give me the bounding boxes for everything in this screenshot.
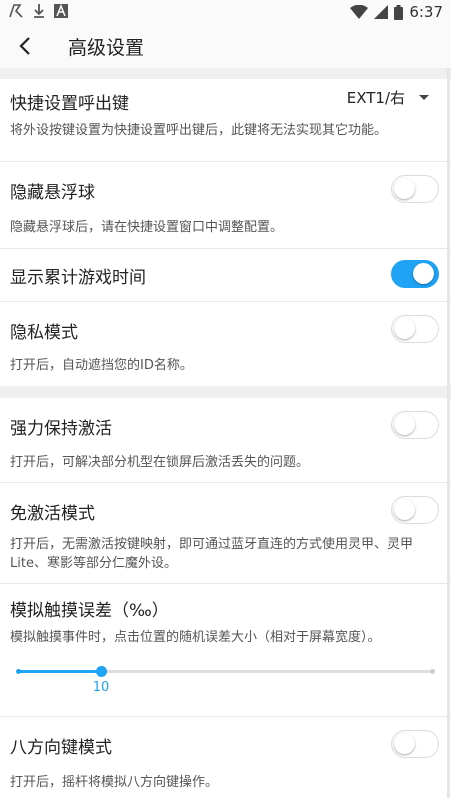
eight-dir-toggle[interactable] [391,730,439,758]
toggle-knob [394,499,415,520]
toggle-knob [394,733,415,754]
scrollbar[interactable] [447,68,450,798]
privacy-toggle[interactable] [391,315,439,343]
touch-error-slider[interactable] [16,666,435,677]
setting-no-activate[interactable]: 免激活模式 打开后，无需激活按键映射，即可通过蓝牙直连的方式使用灵甲、灵甲Lit… [0,483,451,584]
setting-desc: 打开后，无需激活按键映射，即可通过蓝牙直连的方式使用灵甲、灵甲Lite、寒影等部… [10,537,414,571]
setting-privacy[interactable]: 隐私模式 打开后，自动遮挡您的ID名称。 [0,302,451,386]
signal-icon [374,5,389,19]
setting-quick-key[interactable]: 快捷设置呼出键 EXT1/右 将外设按键设置为快捷设置呼出键后，此键将无法实现其… [0,79,451,162]
section-divider [0,386,451,398]
setting-desc: 打开后，摇杆将模拟八方向键操作。 [10,775,219,790]
clock: 6:37 [409,3,443,21]
dropdown-caret-icon [419,95,429,100]
show-time-toggle[interactable] [391,260,439,288]
setting-title: 隐私模式 [10,323,78,343]
battery-icon [394,4,404,20]
wifi-icon [350,5,369,19]
setting-title: 显示累计游戏时间 [10,268,146,288]
setting-keep-alive[interactable]: 强力保持激活 打开后，可解决部分机型在锁屏后激活丢失的问题。 [0,398,451,483]
toggle-knob [413,263,434,284]
setting-desc: 打开后，自动遮挡您的ID名称。 [10,358,193,373]
slider-value: 10 [92,680,110,695]
setting-hide-float[interactable]: 隐藏悬浮球 隐藏悬浮球后，请在快捷设置窗口中调整配置。 [0,162,451,249]
status-bar: 6:37 [0,0,451,24]
app-r-icon [9,4,23,18]
setting-desc: 隐藏悬浮球后，请在快捷设置窗口中调整配置。 [10,220,284,235]
keep-alive-toggle[interactable] [391,411,439,439]
setting-title: 隐藏悬浮球 [10,183,95,203]
quick-key-dropdown[interactable]: EXT1/右 [347,87,429,108]
setting-title: 强力保持激活 [10,419,112,439]
setting-desc: 打开后，可解决部分机型在锁屏后激活丢失的问题。 [10,455,310,470]
setting-title: 八方向键模式 [10,738,112,758]
app-bar: 高级设置 [0,24,451,69]
slider-end-dot [430,669,435,674]
slider-fill [18,670,101,673]
setting-desc: 将外设按键设置为快捷设置呼出键后，此键将无法实现其它功能。 [10,123,388,138]
setting-title: 快捷设置呼出键 [10,94,129,114]
setting-show-time[interactable]: 显示累计游戏时间 [0,249,451,302]
download-icon [34,4,44,18]
setting-eight-dir[interactable]: 八方向键模式 打开后，摇杆将模拟八方向键操作。 [0,717,451,801]
dropdown-value: EXT1/右 [346,89,405,107]
setting-desc: 模拟触摸事件时，点击位置的随机误差大小（相对于屏幕宽度）。 [10,630,381,645]
setting-touch-error: 模拟触摸误差（‰） 模拟触摸事件时，点击位置的随机误差大小（相对于屏幕宽度）。 … [0,584,451,717]
no-activate-toggle[interactable] [391,496,439,524]
setting-title: 免激活模式 [10,504,95,524]
section-divider [0,69,451,79]
page-title: 高级设置 [68,37,145,59]
back-arrow-icon[interactable] [14,34,38,58]
toggle-knob [394,178,415,199]
setting-title: 模拟触摸误差（‰） [10,601,169,621]
toggle-knob [394,414,415,435]
a-icon [54,4,68,18]
toggle-knob [394,318,415,339]
slider-thumb[interactable] [96,666,107,677]
hide-float-toggle[interactable] [391,175,439,203]
